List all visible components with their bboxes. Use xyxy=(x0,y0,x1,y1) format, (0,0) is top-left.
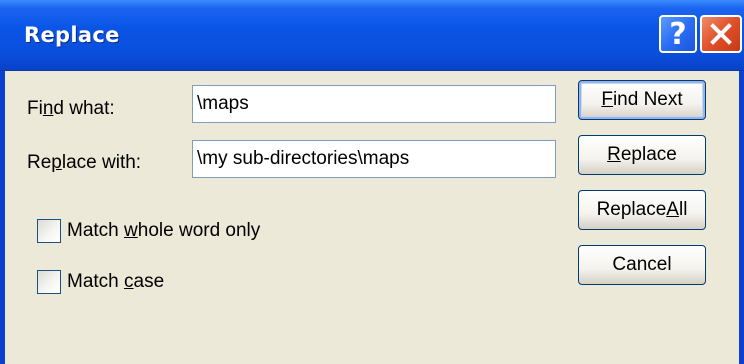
whole-word-label-part: hole word only xyxy=(137,220,261,241)
close-icon xyxy=(710,23,732,45)
find-label-part: d what: xyxy=(53,98,115,119)
match-case-accesskey: c xyxy=(124,271,134,292)
match-case-checkbox[interactable] xyxy=(37,270,61,294)
replace-all-label-part: ll xyxy=(678,199,688,220)
close-button[interactable] xyxy=(700,15,742,53)
find-what-label: Find what: xyxy=(27,98,115,120)
find-label-accesskey: n xyxy=(42,98,54,119)
find-what-input[interactable]: \maps xyxy=(192,85,556,123)
whole-word-label-part: Match xyxy=(67,220,125,241)
replace-all-button[interactable]: Replace All xyxy=(578,190,706,230)
find-next-accesskey: F xyxy=(601,89,613,110)
replace-all-label-part: Replace xyxy=(596,199,667,220)
find-next-label-part: ind Next xyxy=(612,89,683,110)
replace-button[interactable]: Replace xyxy=(578,135,706,175)
replace-label-part: lace with: xyxy=(61,152,142,173)
replace-with-label: Replace with: xyxy=(27,152,141,174)
replace-all-accesskey: A xyxy=(666,199,679,220)
replace-btn-label-part: eplace xyxy=(620,144,677,165)
title-bar[interactable]: Replace ? xyxy=(0,0,744,71)
replace-label-part: Re xyxy=(27,152,52,173)
help-button[interactable]: ? xyxy=(659,15,697,53)
replace-with-input[interactable]: \my sub-directories\maps xyxy=(192,140,556,178)
find-label-part: Fi xyxy=(27,98,43,119)
cancel-button[interactable]: Cancel xyxy=(578,245,706,285)
match-case-label[interactable]: Match case xyxy=(67,271,164,293)
replace-label-accesskey: p xyxy=(51,152,62,173)
whole-word-accesskey: w xyxy=(124,220,138,241)
match-case-label-part: ase xyxy=(133,271,165,292)
replace-dialog: Replace ? Find what: \maps Replace with:… xyxy=(0,0,744,364)
match-whole-word-label[interactable]: Match whole word only xyxy=(67,220,260,242)
find-next-button[interactable]: Find Next xyxy=(578,80,706,120)
match-whole-word-checkbox[interactable] xyxy=(37,219,61,243)
dialog-title: Replace xyxy=(24,23,120,47)
match-case-label-part: Match xyxy=(67,271,125,292)
replace-btn-accesskey: R xyxy=(607,144,621,165)
help-icon: ? xyxy=(669,16,687,52)
